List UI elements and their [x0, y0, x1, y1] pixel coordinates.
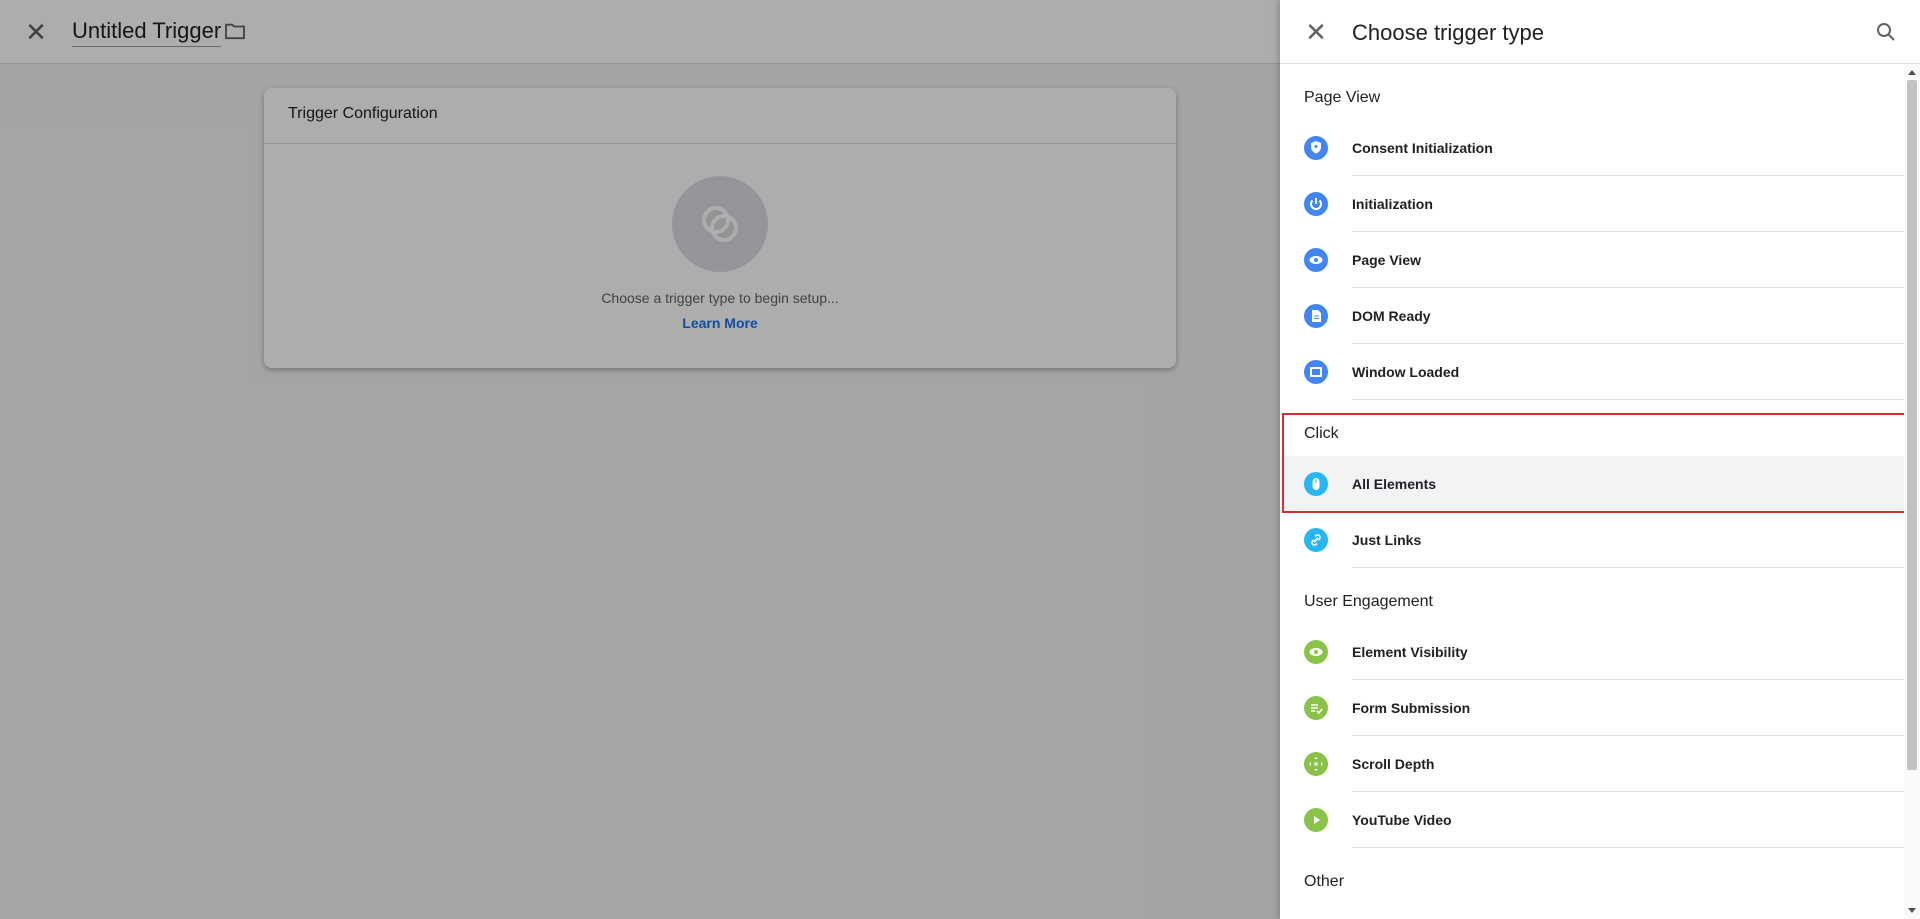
play-icon [1304, 808, 1328, 832]
trigger-type-label: Consent Initialization [1352, 140, 1493, 156]
move-icon [1304, 752, 1328, 776]
window-icon [1304, 360, 1328, 384]
trigger-type-label: Scroll Depth [1352, 756, 1435, 772]
trigger-type-label: Page View [1352, 252, 1422, 268]
link-icon [1304, 528, 1328, 552]
scroll-down-arrow[interactable] [1908, 908, 1916, 913]
document-icon [1304, 304, 1328, 328]
scroll-up-arrow[interactable] [1908, 70, 1916, 75]
section-heading: User Engagement [1304, 593, 1433, 610]
close-icon[interactable]: ✕ [1304, 19, 1328, 45]
trigger-type-item[interactable]: Page View [1280, 232, 1904, 288]
panel-scrollbar[interactable] [1904, 64, 1920, 919]
trigger-type-label: Initialization [1352, 196, 1433, 212]
panel-title: Choose trigger type [1352, 20, 1544, 45]
trigger-type-label: DOM Ready [1352, 308, 1431, 324]
scroll-thumb[interactable] [1907, 80, 1917, 770]
trigger-type-item[interactable]: Element Visibility [1280, 624, 1904, 680]
eye-icon [1304, 640, 1328, 664]
selection-highlight [1282, 413, 1906, 513]
divider [1352, 847, 1904, 848]
divider [1352, 567, 1904, 568]
form-check-icon [1304, 696, 1328, 720]
trigger-type-label: Just Links [1352, 532, 1422, 548]
trigger-type-item[interactable]: Consent Initialization [1280, 120, 1904, 176]
section-heading: Page View [1304, 89, 1381, 106]
shield-icon [1304, 136, 1328, 160]
trigger-type-item[interactable]: Scroll Depth [1280, 736, 1904, 792]
modal-scrim[interactable] [0, 0, 1280, 919]
search-icon[interactable] [1874, 20, 1898, 44]
power-icon [1304, 192, 1328, 216]
trigger-type-label: Form Submission [1352, 700, 1471, 716]
divider [1352, 399, 1904, 400]
trigger-type-label: YouTube Video [1352, 812, 1452, 828]
section-heading: Other [1304, 873, 1345, 890]
panel-header: ✕ Choose trigger type [1280, 0, 1920, 64]
trigger-type-label: Window Loaded [1352, 364, 1460, 380]
trigger-type-item[interactable]: Initialization [1280, 176, 1904, 232]
trigger-type-item[interactable]: Window Loaded [1280, 344, 1904, 400]
trigger-type-item[interactable]: Form Submission [1280, 680, 1904, 736]
trigger-type-item[interactable]: YouTube Video [1280, 792, 1904, 848]
trigger-type-item[interactable]: Just Links [1280, 512, 1904, 568]
eye-icon [1304, 248, 1328, 272]
trigger-type-label: Element Visibility [1352, 644, 1468, 660]
trigger-type-item[interactable]: DOM Ready [1280, 288, 1904, 344]
